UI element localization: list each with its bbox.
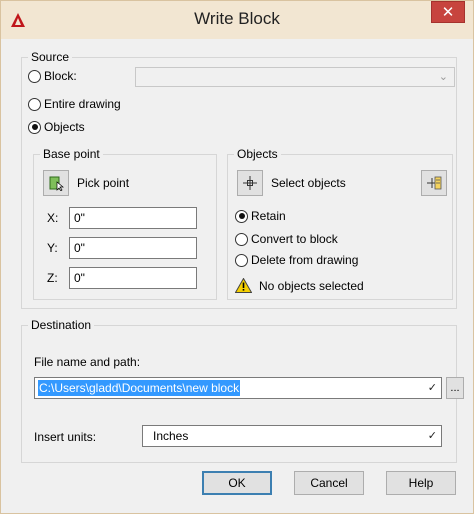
radio-retain-circle[interactable] <box>235 209 248 223</box>
radio-entire-drawing-label: Entire drawing <box>44 97 121 111</box>
z-coordinate-input[interactable]: 0" <box>69 267 197 289</box>
chevron-down-icon: ⌄ <box>438 71 448 83</box>
insert-units-select[interactable]: Inches ✓ <box>142 425 442 447</box>
select-objects-label: Select objects <box>271 176 346 190</box>
z-label: Z: <box>47 271 58 285</box>
base-point-group-label: Base point <box>40 147 103 161</box>
help-button[interactable]: Help <box>386 471 456 495</box>
cancel-button[interactable]: Cancel <box>294 471 364 495</box>
radio-retain[interactable]: Retain <box>235 209 286 223</box>
radio-block-circle[interactable] <box>28 69 41 83</box>
file-path-combo[interactable]: C:\Users\gladd\Documents\new block ✓ <box>34 377 442 399</box>
radio-delete-from-drawing[interactable]: Delete from drawing <box>235 253 358 267</box>
browse-button[interactable]: ... <box>446 377 464 399</box>
title-bar[interactable]: Write Block ✕ <box>1 1 473 39</box>
quick-select-button[interactable] <box>421 170 447 196</box>
x-coordinate-input[interactable]: 0" <box>69 207 197 229</box>
file-path-chevron-down-icon[interactable]: ✓ <box>428 381 437 394</box>
radio-block[interactable]: Block: <box>28 69 77 83</box>
radio-block-label: Block: <box>44 69 77 83</box>
insert-units-value: Inches <box>153 429 189 443</box>
write-block-dialog: Write Block ✕ Source Block: ⌄ Entire dra… <box>0 0 474 514</box>
y-coordinate-input[interactable]: 0" <box>69 237 197 259</box>
quick-select-icon <box>427 176 442 190</box>
radio-objects-label: Objects <box>44 120 85 134</box>
warning-icon <box>235 278 252 293</box>
block-select[interactable]: ⌄ <box>135 67 455 87</box>
radio-convert-label: Convert to block <box>251 232 338 246</box>
radio-convert-to-block[interactable]: Convert to block <box>235 232 338 246</box>
pick-point-icon <box>49 176 64 191</box>
units-chevron-down-icon[interactable]: ✓ <box>428 429 437 442</box>
ok-button[interactable]: OK <box>202 471 272 495</box>
radio-retain-label: Retain <box>251 209 286 223</box>
close-button[interactable]: ✕ <box>431 1 465 23</box>
select-objects-button[interactable] <box>237 170 263 196</box>
radio-entire-drawing[interactable]: Entire drawing <box>28 97 121 111</box>
radio-delete-circle[interactable] <box>235 253 248 267</box>
x-label: X: <box>47 211 59 225</box>
crosshair-icon <box>243 176 257 190</box>
insert-units-label: Insert units: <box>34 430 97 444</box>
warning-text: No objects selected <box>259 279 364 293</box>
dialog-body: Source Block: ⌄ Entire drawing Objects B… <box>9 39 465 506</box>
radio-objects[interactable]: Objects <box>28 120 85 134</box>
objects-group-label: Objects <box>234 147 281 161</box>
dialog-title: Write Block <box>194 9 280 28</box>
radio-delete-label: Delete from drawing <box>251 253 359 267</box>
radio-entire-drawing-circle[interactable] <box>28 97 41 111</box>
destination-group-label: Destination <box>28 318 95 332</box>
file-name-label: File name and path: <box>34 355 141 369</box>
pick-point-button[interactable] <box>43 170 69 196</box>
radio-convert-circle[interactable] <box>235 232 248 246</box>
radio-objects-circle[interactable] <box>28 120 41 134</box>
source-group-label: Source <box>28 50 73 64</box>
y-label: Y: <box>47 241 58 255</box>
file-path-value[interactable]: C:\Users\gladd\Documents\new block <box>38 380 241 396</box>
pick-point-label: Pick point <box>77 176 130 190</box>
